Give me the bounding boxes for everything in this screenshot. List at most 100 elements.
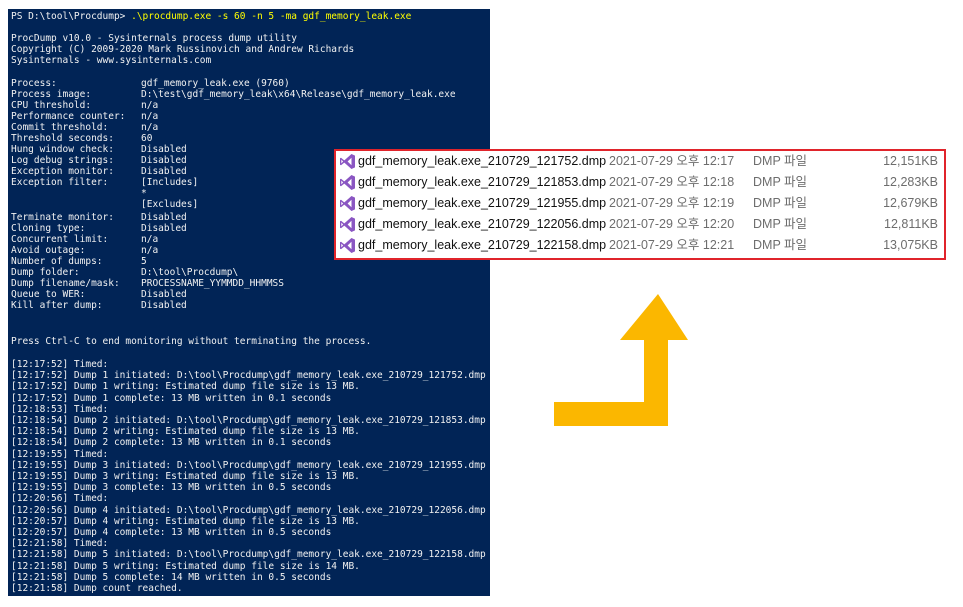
- banner-line: ProcDump v10.0 - Sysinternals process du…: [11, 33, 297, 44]
- setting-value: D:\tool\Procdump\: [141, 267, 239, 278]
- setting-key: Threshold seconds:: [11, 133, 114, 144]
- file-name: gdf_memory_leak.exe_210729_121752.dmp: [358, 154, 607, 168]
- setting-value: n/a: [141, 245, 159, 256]
- setting-value: n/a: [141, 111, 159, 122]
- setting-value: Disabled: [141, 212, 187, 223]
- file-size: 12,151KB: [883, 154, 938, 168]
- file-date: 2021-07-29 오후 12:19: [609, 196, 735, 210]
- log-line: [12:21:58] Dump count reached.: [11, 583, 183, 594]
- setting-key: Exception filter:: [11, 177, 109, 188]
- setting-value: [Includes]: [141, 177, 199, 188]
- log-line: [12:21:58] Dump 5 writing: Estimated dum…: [11, 560, 360, 572]
- setting-key: Hung window check:: [11, 144, 114, 155]
- visual-studio-icon: [339, 195, 356, 212]
- setting-key: Terminate monitor:: [11, 212, 114, 223]
- explorer-file-list: gdf_memory_leak.exe_210729_121752.dmp 202…: [334, 149, 946, 260]
- setting-key: Avoid outage:: [11, 245, 86, 256]
- log-line: [12:17:52] Timed:: [11, 359, 109, 370]
- visual-studio-icon: [339, 174, 356, 191]
- setting-value: Disabled: [141, 166, 187, 177]
- log-line: [12:20:56] Dump 4 initiated: D:\tool\Pro…: [11, 504, 486, 516]
- setting-value: n/a: [141, 122, 159, 133]
- file-size: 12,811KB: [884, 217, 938, 231]
- command-line: PS D:\tool\Procdump> .\procdump.exe -s 6…: [11, 11, 411, 22]
- file-name: gdf_memory_leak.exe_210729_122158.dmp: [358, 238, 607, 252]
- setting-value: Disabled: [141, 300, 187, 311]
- setting-key: Queue to WER:: [11, 289, 86, 300]
- file-type: DMP 파일: [753, 196, 808, 210]
- powershell-console[interactable]: PS D:\tool\Procdump> .\procdump.exe -s 6…: [8, 9, 490, 596]
- setting-value: Disabled: [141, 155, 187, 166]
- ctrl-c-notice: Press Ctrl-C to end monitoring without t…: [11, 336, 372, 347]
- file-date: 2021-07-29 오후 12:20: [609, 217, 735, 231]
- log-line: [12:21:58] Timed:: [11, 538, 109, 550]
- setting-value: D:\test\gdf_memory_leak\x64\Release\gdf_…: [141, 89, 456, 100]
- setting-key: CPU threshold:: [11, 100, 92, 111]
- setting-value: gdf_memory_leak.exe (9760): [141, 78, 290, 89]
- log-line: [12:19:55] Dump 3 complete: 13 MB writte…: [11, 482, 332, 494]
- file-type: DMP 파일: [753, 217, 808, 231]
- prompt-text: PS D:\tool\Procdump>: [11, 11, 132, 22]
- file-size: 12,283KB: [883, 175, 938, 189]
- file-row[interactable]: gdf_memory_leak.exe_210729_122056.dmp 202…: [336, 214, 944, 235]
- setting-value: n/a: [141, 100, 159, 111]
- file-size: 13,075KB: [883, 238, 938, 252]
- setting-key: Dump folder:: [11, 267, 80, 278]
- log-line: [12:20:56] Timed:: [11, 493, 109, 505]
- file-name: gdf_memory_leak.exe_210729_121955.dmp: [358, 196, 607, 210]
- setting-key: Process:: [11, 78, 57, 89]
- command-text: .\procdump.exe -s 60 -n 5 -ma gdf_memory…: [131, 11, 412, 22]
- file-date: 2021-07-29 오후 12:17: [609, 154, 735, 168]
- setting-key: Kill after dump:: [11, 300, 103, 311]
- visual-studio-icon: [339, 237, 356, 254]
- file-type: DMP 파일: [753, 175, 808, 189]
- banner-line: Copyright (C) 2009-2020 Mark Russinovich…: [11, 44, 355, 55]
- log-line: [12:19:55] Dump 3 writing: Estimated dum…: [11, 471, 360, 482]
- setting-key: Exception monitor:: [11, 166, 114, 177]
- visual-studio-icon: [339, 216, 356, 233]
- file-row[interactable]: gdf_memory_leak.exe_210729_121853.dmp 202…: [336, 172, 944, 193]
- setting-key: Log debug strings:: [11, 155, 114, 166]
- log-line: [12:20:57] Dump 4 complete: 13 MB writte…: [11, 527, 332, 538]
- visual-studio-icon: [339, 153, 356, 170]
- setting-key: Commit threshold:: [11, 122, 109, 133]
- setting-key: Concurrent limit:: [11, 234, 109, 245]
- setting-key: Performance counter:: [11, 111, 126, 122]
- setting-value: Disabled: [141, 223, 187, 234]
- log-line: [12:17:52] Dump 1 writing: Estimated dum…: [11, 381, 360, 393]
- log-line: [12:19:55] Dump 3 initiated: D:\tool\Pro…: [11, 459, 486, 471]
- log-line: [12:17:52] Dump 1 complete: 13 MB writte…: [11, 392, 332, 404]
- setting-value: PROCESSNAME_YYMMDD_HHMMSS: [141, 278, 284, 289]
- file-row[interactable]: gdf_memory_leak.exe_210729_122158.dmp 202…: [336, 235, 944, 256]
- log-line: [12:18:54] Dump 2 writing: Estimated dum…: [11, 426, 360, 438]
- setting-value: Disabled: [141, 289, 187, 300]
- log-line: [12:21:58] Dump 5 initiated: D:\tool\Pro…: [11, 549, 486, 561]
- setting-value: [Excludes]: [141, 199, 199, 210]
- setting-value: *: [141, 188, 147, 199]
- file-name: gdf_memory_leak.exe_210729_122056.dmp: [358, 217, 607, 231]
- setting-key: Process image:: [11, 89, 92, 100]
- log-line: [12:18:54] Dump 2 complete: 13 MB writte…: [11, 437, 332, 449]
- file-size: 12,679KB: [883, 196, 938, 210]
- log-line: [12:21:58] Dump 5 complete: 14 MB writte…: [11, 571, 332, 583]
- log-line: [12:18:54] Dump 2 initiated: D:\tool\Pro…: [11, 415, 486, 426]
- file-row[interactable]: gdf_memory_leak.exe_210729_121752.dmp 202…: [336, 151, 944, 172]
- setting-value: Disabled: [141, 144, 187, 155]
- log-line: [12:17:52] Dump 1 initiated: D:\tool\Pro…: [11, 370, 486, 382]
- file-type: DMP 파일: [753, 238, 808, 252]
- setting-value: 60: [141, 133, 153, 144]
- file-date: 2021-07-29 오후 12:21: [609, 238, 735, 252]
- file-row[interactable]: gdf_memory_leak.exe_210729_121955.dmp 202…: [336, 193, 944, 214]
- log-line: [12:19:55] Timed:: [11, 448, 109, 460]
- file-type: DMP 파일: [753, 154, 808, 168]
- file-name: gdf_memory_leak.exe_210729_121853.dmp: [358, 175, 607, 189]
- setting-value: n/a: [141, 234, 159, 245]
- curved-up-arrow-icon: [554, 294, 688, 426]
- log-line: [12:20:57] Dump 4 writing: Estimated dum…: [11, 515, 360, 527]
- setting-key: Number of dumps:: [11, 256, 103, 267]
- setting-value: 5: [141, 256, 147, 267]
- banner-line: Sysinternals - www.sysinternals.com: [11, 55, 212, 66]
- log-line: [12:18:53] Timed:: [11, 403, 109, 415]
- setting-key: Cloning type:: [11, 223, 86, 234]
- file-date: 2021-07-29 오후 12:18: [609, 175, 735, 189]
